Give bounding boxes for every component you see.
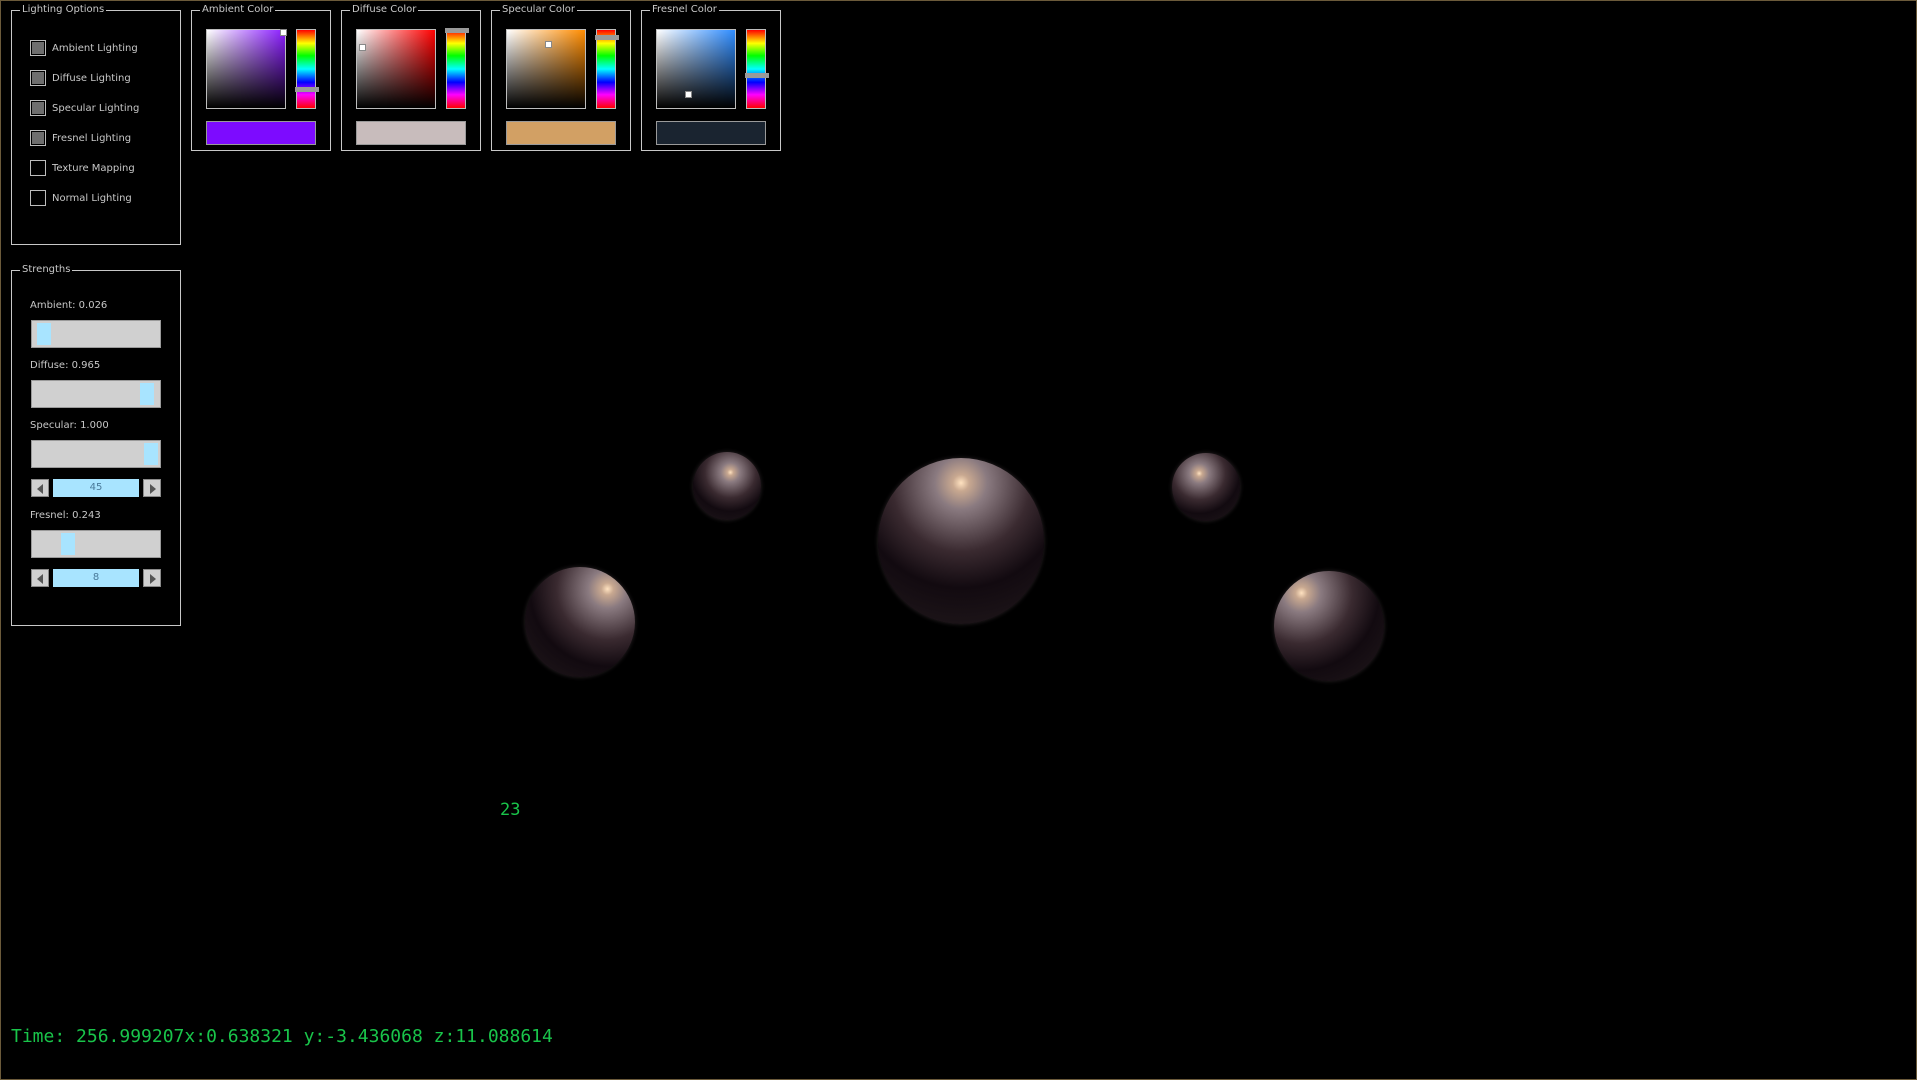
ambient-lighting-label: Ambient Lighting xyxy=(52,42,138,54)
specular-power-value[interactable]: 45 xyxy=(53,479,139,497)
strengths-panel: Strengths Ambient: 0.026 Diffuse: 0.965 … xyxy=(11,265,181,626)
ambient-strength-label: Ambient: 0.026 xyxy=(30,300,108,311)
scene-sphere-upper-left xyxy=(693,452,761,520)
texture-mapping-toggle[interactable]: Texture Mapping xyxy=(30,159,135,177)
fresnel-color-legend: Fresnel Color xyxy=(652,4,717,15)
ambient-color-sv-area[interactable] xyxy=(206,28,287,109)
fresnel-color-sv-area[interactable] xyxy=(656,29,736,109)
lighting-options-legend: Lighting Options xyxy=(22,4,105,15)
ambient-strength-slider[interactable] xyxy=(31,320,161,348)
scene-sphere-lower-right xyxy=(1274,571,1384,681)
specular-color-swatch xyxy=(506,121,616,145)
diffuse-color-swatch xyxy=(356,121,466,145)
fresnel-power-decrement-button[interactable] xyxy=(31,569,49,587)
diffuse-lighting-toggle[interactable]: Diffuse Lighting xyxy=(30,69,131,87)
specular-power-increment-button[interactable] xyxy=(143,479,161,497)
fresnel-color-hue-bar[interactable] xyxy=(745,29,769,109)
specular-lighting-checkbox[interactable] xyxy=(30,100,46,116)
specular-strength-thumb[interactable] xyxy=(144,443,158,465)
fresnel-color-hue-marker[interactable] xyxy=(745,73,769,79)
fresnel-lighting-checkbox[interactable] xyxy=(30,130,46,146)
fresnel-lighting-toggle[interactable]: Fresnel Lighting xyxy=(30,129,131,147)
specular-color-legend: Specular Color xyxy=(502,4,575,15)
ambient-color-hue-marker[interactable] xyxy=(295,86,319,92)
fresnel-power-increment-button[interactable] xyxy=(143,569,161,587)
diffuse-color-hue-marker[interactable] xyxy=(445,28,469,33)
scene-sphere-center xyxy=(878,458,1044,624)
texture-mapping-label: Texture Mapping xyxy=(52,162,135,174)
texture-mapping-checkbox[interactable] xyxy=(30,160,46,176)
diffuse-lighting-checkbox[interactable] xyxy=(30,70,46,86)
fresnel-lighting-label: Fresnel Lighting xyxy=(52,132,132,144)
fps-counter: 23 xyxy=(500,800,521,820)
normal-lighting-checkbox[interactable] xyxy=(30,190,46,206)
fresnel-power-value[interactable]: 8 xyxy=(53,569,139,587)
diffuse-color-legend: Diffuse Color xyxy=(352,4,417,15)
diffuse-strength-thumb[interactable] xyxy=(140,383,155,405)
specular-power-decrement-button[interactable] xyxy=(31,479,49,497)
specular-power-spinner[interactable]: 45 xyxy=(31,479,161,497)
diffuse-strength-slider[interactable] xyxy=(31,380,161,408)
ambient-color-sv-marker[interactable] xyxy=(279,28,287,36)
strengths-legend: Strengths xyxy=(22,264,71,275)
ambient-lighting-toggle[interactable]: Ambient Lighting xyxy=(30,39,138,57)
ambient-lighting-checkbox[interactable] xyxy=(30,40,46,56)
fresnel-color-picker: Fresnel Color xyxy=(641,5,781,151)
fresnel-strength-thumb[interactable] xyxy=(60,533,75,555)
lighting-options-panel: Lighting Options Ambient Lighting Diffus… xyxy=(11,5,181,245)
scene-sphere-lower-left xyxy=(525,567,635,677)
specular-lighting-toggle[interactable]: Specular Lighting xyxy=(30,99,139,117)
ambient-strength-thumb[interactable] xyxy=(36,323,51,345)
ambient-color-swatch xyxy=(206,121,316,145)
ambient-color-picker: Ambient Color xyxy=(191,5,331,151)
fresnel-color-swatch xyxy=(656,121,766,145)
ambient-color-legend: Ambient Color xyxy=(202,4,274,15)
camera-status-readout: Time: 256.999207x:0.638321 y:-3.436068 z… xyxy=(11,1026,553,1047)
diffuse-color-hue-bar[interactable] xyxy=(445,28,469,109)
diffuse-lighting-label: Diffuse Lighting xyxy=(52,72,131,84)
specular-color-hue-marker[interactable] xyxy=(595,35,619,41)
diffuse-color-sv-marker[interactable] xyxy=(358,44,366,52)
specular-color-hue-bar[interactable] xyxy=(595,29,619,109)
fresnel-power-spinner[interactable]: 8 xyxy=(31,569,161,587)
specular-color-picker: Specular Color xyxy=(491,5,631,151)
scene-sphere-upper-right xyxy=(1172,453,1240,521)
normal-lighting-label: Normal Lighting xyxy=(52,192,132,204)
specular-strength-slider[interactable] xyxy=(31,440,161,468)
specular-lighting-label: Specular Lighting xyxy=(52,102,140,114)
specular-color-sv-marker[interactable] xyxy=(544,41,552,49)
specular-color-sv-area[interactable] xyxy=(506,29,586,109)
fresnel-strength-slider[interactable] xyxy=(31,530,161,558)
diffuse-strength-label: Diffuse: 0.965 xyxy=(30,360,101,371)
diffuse-color-sv-area[interactable] xyxy=(356,29,436,109)
fresnel-strength-label: Fresnel: 0.243 xyxy=(30,510,101,521)
fresnel-color-sv-marker[interactable] xyxy=(685,90,693,98)
diffuse-color-picker: Diffuse Color xyxy=(341,5,481,151)
ambient-color-hue-bar[interactable] xyxy=(295,29,319,109)
normal-lighting-toggle[interactable]: Normal Lighting xyxy=(30,189,132,207)
specular-strength-label: Specular: 1.000 xyxy=(30,420,109,431)
